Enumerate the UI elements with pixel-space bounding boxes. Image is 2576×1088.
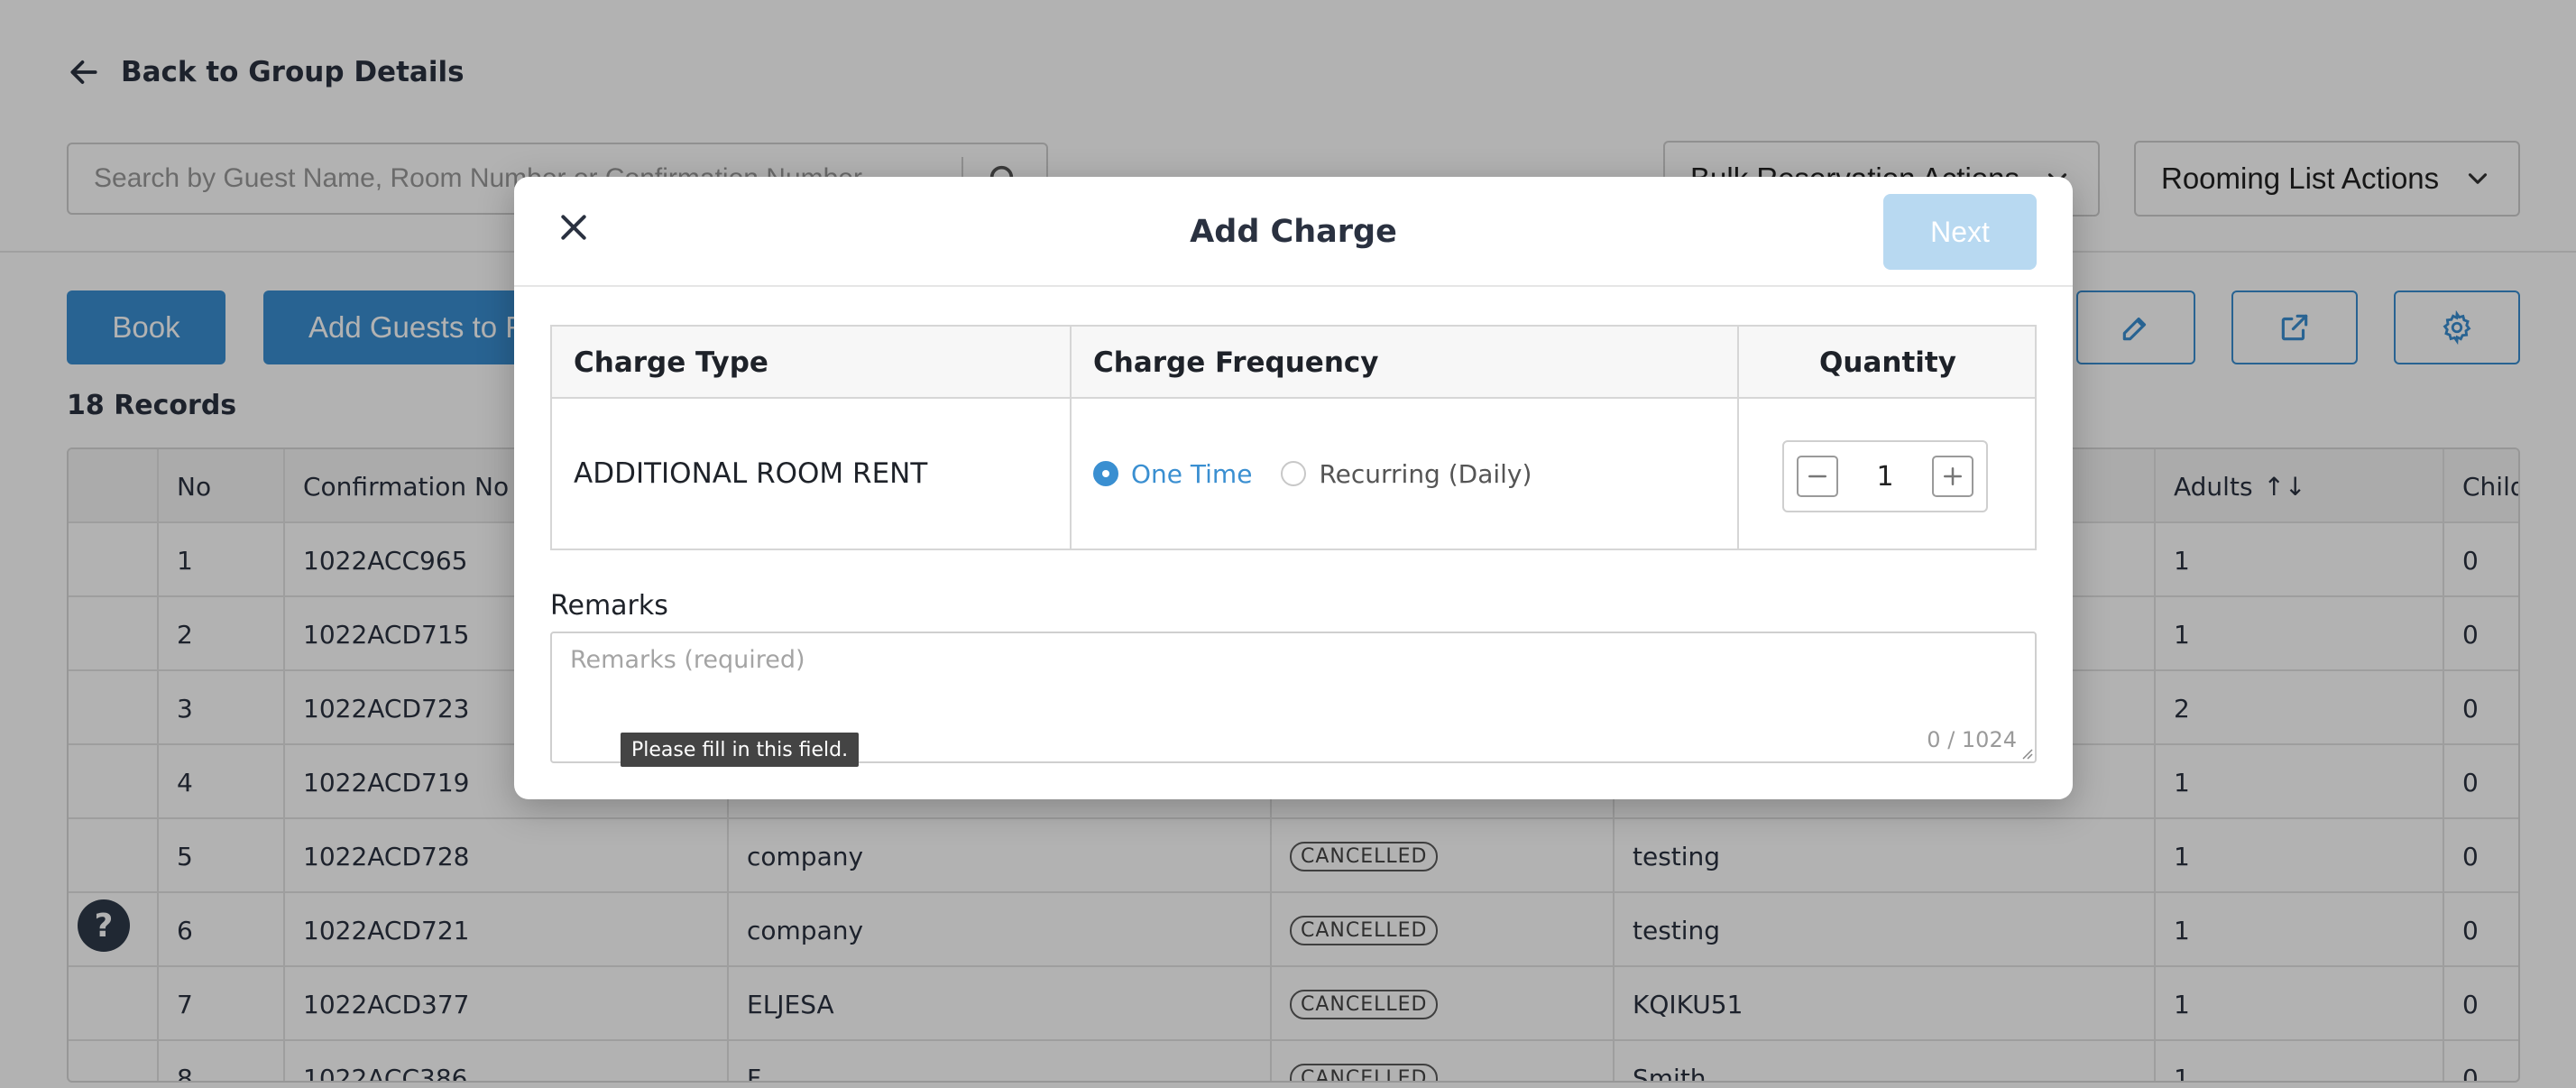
close-button[interactable]: [550, 204, 597, 251]
minus-icon: [1808, 475, 1826, 478]
charge-type-value: ADDITIONAL ROOM RENT: [574, 457, 928, 490]
remarks-label: Remarks: [550, 590, 668, 622]
modal-header: Add Charge Next: [514, 177, 2073, 287]
charge-type-header: Charge Type: [574, 346, 768, 379]
one-time-radio[interactable]: [1093, 461, 1118, 486]
quantity-value[interactable]: 1: [1876, 461, 1893, 493]
charge-frequency-cell: One Time Recurring (Daily): [1072, 399, 1737, 549]
increase-quantity-button[interactable]: [1932, 456, 1973, 497]
quantity-stepper: 1: [1782, 440, 1988, 512]
frequency-radio-group: One Time Recurring (Daily): [1093, 459, 1532, 489]
add-charge-modal: Add Charge Next Charge Type Charge Frequ…: [514, 177, 2073, 799]
recurring-daily-radio[interactable]: [1281, 461, 1307, 486]
plus-icon: [1944, 467, 1962, 485]
modal-title: Add Charge: [1190, 214, 1397, 250]
quantity-header: Quantity: [1819, 346, 1956, 379]
close-icon: [561, 215, 586, 240]
resize-grip-icon[interactable]: [2019, 745, 2033, 760]
validation-tooltip: Please fill in this field.: [621, 733, 860, 767]
decrease-quantity-button[interactable]: [1797, 456, 1838, 497]
remarks-char-counter: 0 / 1024: [1927, 727, 2017, 752]
charge-frequency-header: Charge Frequency: [1093, 346, 1379, 379]
next-button[interactable]: Next: [1883, 194, 2037, 270]
recurring-daily-label[interactable]: Recurring (Daily): [1319, 459, 1532, 489]
charge-table: Charge Type Charge Frequency Quantity AD…: [550, 325, 2037, 550]
one-time-label[interactable]: One Time: [1131, 459, 1252, 489]
